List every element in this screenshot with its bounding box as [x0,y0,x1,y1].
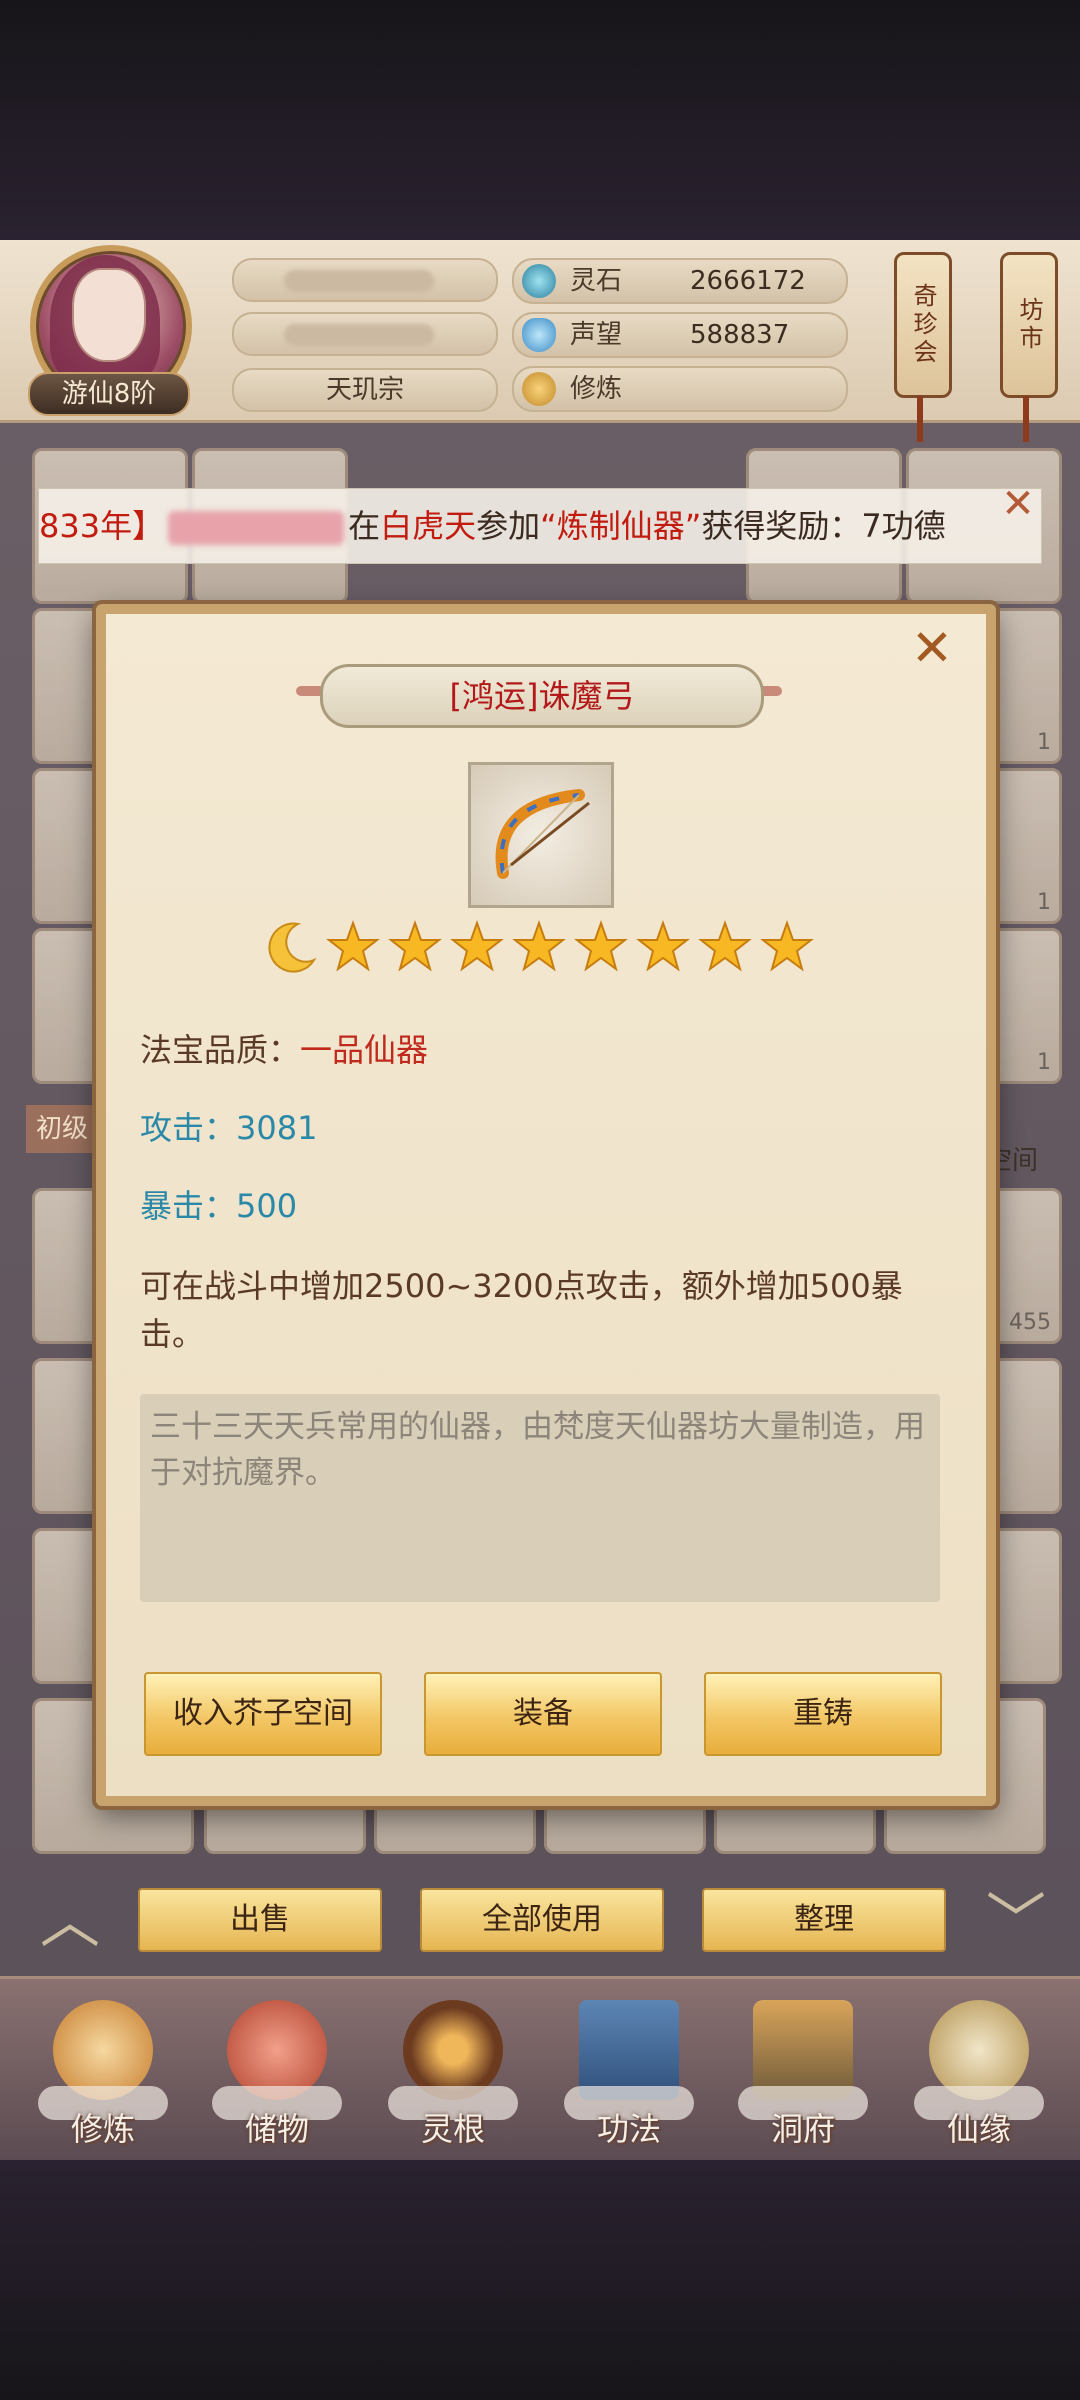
announcement-marquee: 833年】 在白虎天参加“炼制仙器”获得奖励：7功德 [38,488,1042,564]
star-icon [326,920,380,972]
moon-icon [268,922,317,973]
immortal-fate-icon [929,2000,1029,2100]
nav-label: 功法 [596,2110,661,2148]
item-title: [鸿运]诛魔弓 [320,664,764,728]
quality-value: 一品仙器 [300,1031,429,1069]
cultivate-icon [53,2000,153,2100]
star-icon [574,920,628,972]
marquee-action: 参加 [476,507,541,545]
technique-book-icon [579,2000,679,2100]
nav-spirit-root[interactable]: 灵根 [378,2000,528,2150]
player-name-field [232,258,498,302]
store-jiezi-button[interactable]: 收入芥子空间 [144,1672,382,1756]
bottom-system-area [0,2160,1080,2400]
resource-cultivation[interactable]: 修炼 [512,366,848,412]
lore-text: 三十三天天兵常用的仙器，由梵度天仙器坊大量制造，用于对抗魔界。 [150,1409,925,1491]
avatar-face [72,268,146,362]
marquee-middle: 在 [348,507,381,545]
nav-cave-dwelling[interactable]: 洞府 [728,2000,878,2150]
resource-label: 修炼 [570,374,623,404]
page-down-arrow-icon[interactable]: ﹀ [976,1892,1056,1952]
resource-value: 588837 [690,320,790,350]
star-icon [698,920,752,972]
sect-name: 天玑宗 [232,368,498,412]
nav-cultivate[interactable]: 修炼 [28,2000,178,2150]
star-icon [450,920,504,972]
quality-label: 法宝品质： [140,1031,301,1069]
star-icon [512,920,566,972]
star-icon [760,920,814,972]
tassel [917,396,923,442]
resource-prestige[interactable]: 声望 588837 [512,312,848,358]
nav-label: 储物 [244,2110,309,2148]
modal-close-icon[interactable]: ✕ [908,623,956,673]
slot-count: 1 [1037,730,1051,755]
slot-count: 1 [1037,1050,1051,1075]
resource-label: 声望 [570,320,623,350]
page-up-arrow-icon[interactable]: ︿ [30,1892,110,1952]
marquee-suffix: 获得奖励：7功德 [701,507,946,545]
sort-button[interactable]: 整理 [702,1888,946,1952]
nav-immortal-fate[interactable]: 仙缘 [904,2000,1054,2150]
tassel [1023,396,1029,442]
item-count: 455 [1009,1310,1051,1335]
redacted-player-name [168,511,345,545]
resource-value: 2666172 [690,266,806,296]
marquee-close-icon[interactable]: ✕ [1000,484,1036,524]
marquee-prefix: 833年】 [39,507,165,545]
attack-stat: 攻击：3081 [140,1109,318,1147]
star-icon [388,920,442,972]
marquee-place: 白虎天 [380,507,477,545]
effect-description: 可在战斗中增加2500~3200点攻击，额外增加500暴击。 [140,1267,903,1353]
equip-button[interactable]: 装备 [424,1672,662,1756]
star-rating [264,920,824,976]
nav-label: 洞府 [770,2110,835,2148]
player-title-field [232,312,498,356]
spirit-stone-icon [522,264,556,298]
nav-storage[interactable]: 储物 [202,2000,352,2150]
bow-icon [468,762,614,908]
prestige-icon [522,318,556,352]
sell-button[interactable]: 出售 [138,1888,382,1952]
nav-technique[interactable]: 功法 [554,2000,704,2150]
market-button[interactable]: 坊市 [1000,252,1058,398]
spirit-root-icon [403,2000,503,2100]
crit-stat: 暴击：500 [140,1187,298,1225]
cave-dwelling-icon [753,2000,853,2100]
nav-label: 修炼 [70,2110,135,2148]
nav-label: 灵根 [420,2110,485,2148]
rank-badge: 游仙8阶 [28,372,190,416]
resource-spirit-stone[interactable]: 灵石 2666172 [512,258,848,304]
meditation-icon [522,372,556,406]
top-status-area [0,0,1080,240]
nav-label: 仙缘 [946,2110,1011,2148]
use-all-button[interactable]: 全部使用 [420,1888,664,1952]
slot-count: 1 [1037,890,1051,915]
treasure-fair-button[interactable]: 奇珍会 [894,252,952,398]
resource-label: 灵石 [570,266,623,296]
marquee-event: “炼制仙器” [540,507,702,545]
star-icon [636,920,690,972]
reforge-button[interactable]: 重铸 [704,1672,942,1756]
storage-bag-icon [227,2000,327,2100]
quality-row: 法宝品质：一品仙器 [140,1028,428,1072]
